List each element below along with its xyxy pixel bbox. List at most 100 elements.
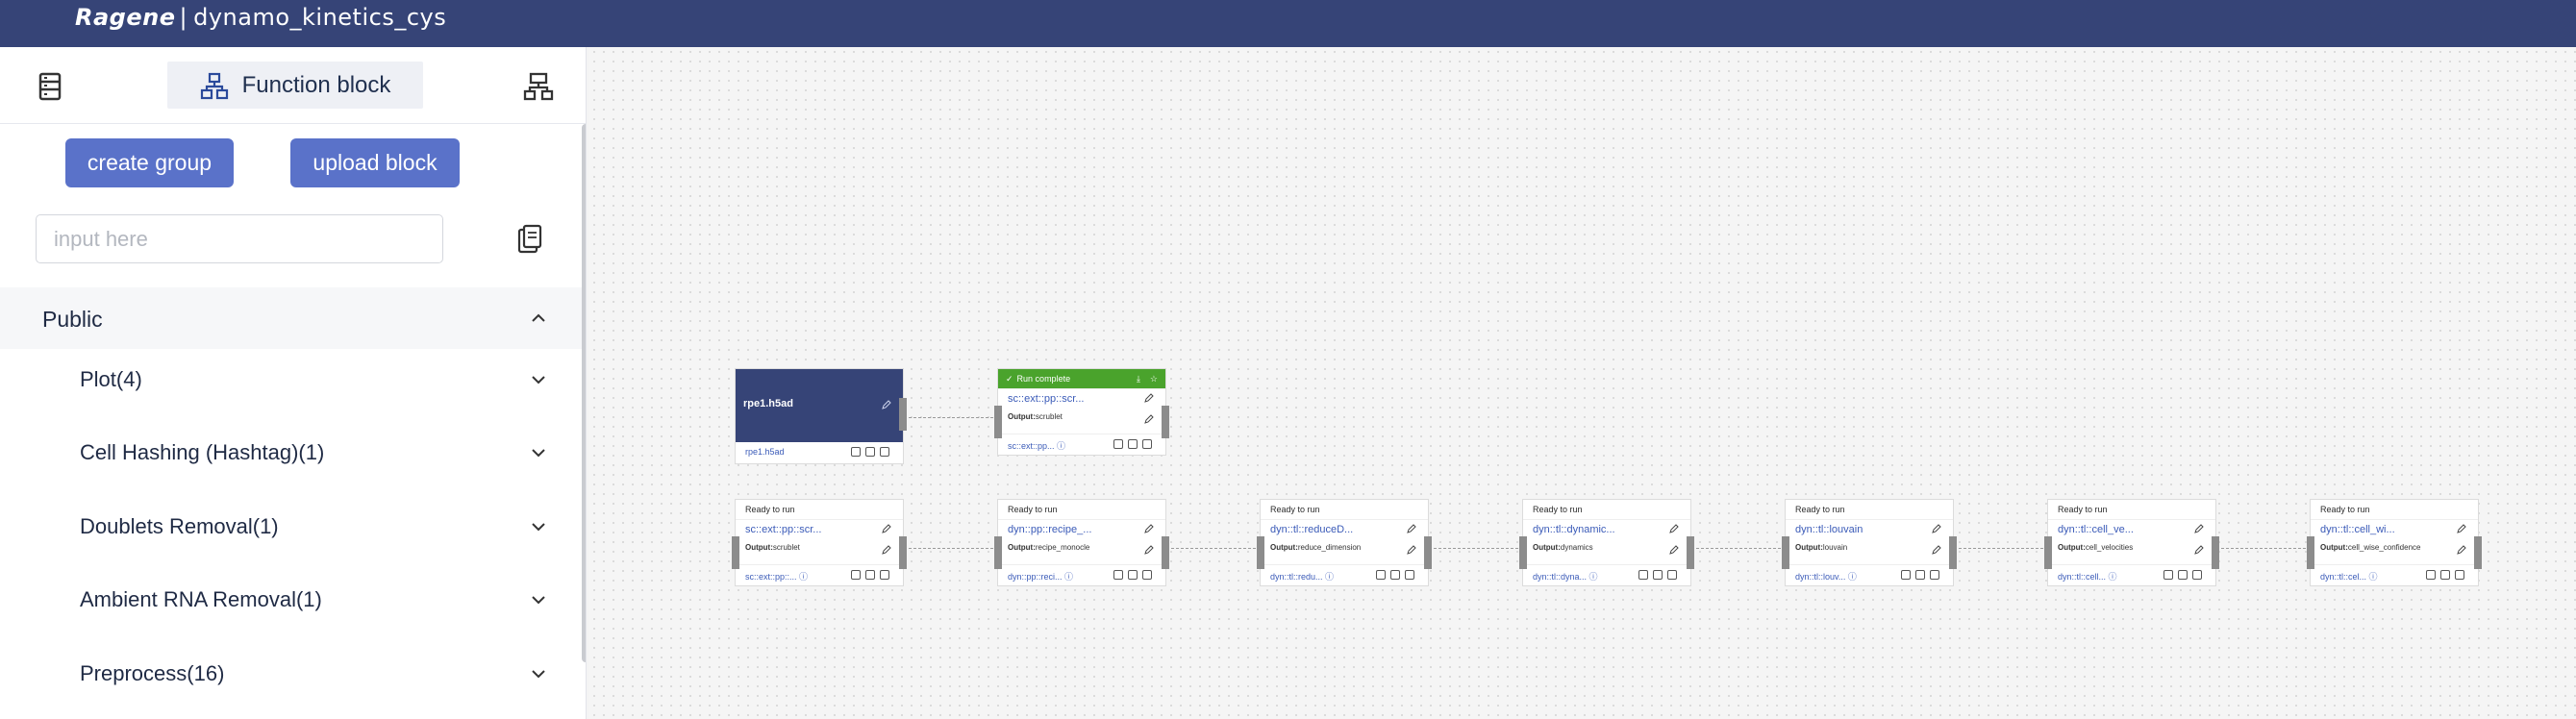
view-icon[interactable] bbox=[2163, 570, 2173, 580]
sitemap-icon[interactable] bbox=[522, 70, 555, 103]
category-item[interactable]: Preprocess(16) bbox=[0, 646, 582, 704]
delete-icon[interactable] bbox=[2192, 570, 2202, 580]
edit-icon[interactable] bbox=[2194, 524, 2204, 533]
view-icon[interactable] bbox=[1113, 570, 1123, 580]
copy-icon[interactable] bbox=[865, 570, 875, 580]
edit-icon[interactable] bbox=[1144, 524, 1154, 533]
copy-icon[interactable] bbox=[1128, 439, 1138, 449]
node-footer-label[interactable]: sc::ext::pp... bbox=[1008, 441, 1055, 451]
search-input[interactable] bbox=[36, 214, 443, 263]
function-node[interactable]: Ready to run sc::ext::pp::scr... Output:… bbox=[732, 499, 907, 586]
help-icon[interactable]: ⓘ bbox=[1325, 572, 1334, 582]
delete-icon[interactable] bbox=[1142, 439, 1152, 449]
output-port[interactable] bbox=[899, 536, 907, 569]
database-icon[interactable] bbox=[34, 70, 66, 103]
input-port[interactable] bbox=[2044, 536, 2052, 569]
help-icon[interactable]: ⓘ bbox=[1064, 572, 1073, 582]
node-name[interactable]: dyn::tl::louvain bbox=[1795, 524, 1863, 535]
help-icon[interactable]: ⓘ bbox=[1848, 572, 1857, 582]
function-node[interactable]: Ready to run dyn::tl::cell_ve... Output:… bbox=[2044, 499, 2219, 586]
copy-icon[interactable] bbox=[1128, 570, 1138, 580]
output-port[interactable] bbox=[1687, 536, 1694, 569]
function-node[interactable]: Ready to run dyn::tl::louvain Output:lou… bbox=[1782, 499, 1957, 586]
input-port[interactable] bbox=[1782, 536, 1789, 569]
function-node[interactable]: Ready to run dyn::tl::cell_wi... Output:… bbox=[2307, 499, 2482, 586]
edit-icon[interactable] bbox=[1407, 545, 1416, 555]
view-icon[interactable] bbox=[1113, 439, 1123, 449]
edit-icon[interactable] bbox=[1144, 545, 1154, 555]
function-node[interactable]: Ready to run dyn::tl::reduceD... Output:… bbox=[1257, 499, 1432, 586]
copy-icon[interactable] bbox=[1390, 570, 1400, 580]
copy-icon[interactable] bbox=[2178, 570, 2188, 580]
star-icon[interactable]: ☆ bbox=[1150, 374, 1158, 384]
output-port[interactable] bbox=[2212, 536, 2219, 569]
delete-icon[interactable] bbox=[1405, 570, 1414, 580]
output-port[interactable] bbox=[1162, 406, 1169, 438]
brand-logo[interactable]: Ragene bbox=[75, 4, 176, 31]
delete-icon[interactable] bbox=[1930, 570, 1939, 580]
view-icon[interactable] bbox=[851, 447, 861, 457]
help-icon[interactable]: ⓘ bbox=[2369, 572, 2378, 582]
output-port[interactable] bbox=[1162, 536, 1169, 569]
node-footer-label[interactable]: dyn::tl::dyna... bbox=[1533, 572, 1587, 582]
edit-icon[interactable] bbox=[2194, 545, 2204, 555]
node-footer-label[interactable]: dyn::tl::cell... bbox=[2058, 572, 2106, 582]
help-icon[interactable]: ⓘ bbox=[799, 572, 808, 582]
category-item[interactable]: Ambient RNA Removal(1) bbox=[0, 572, 582, 630]
clipboard-icon[interactable] bbox=[516, 224, 543, 255]
edit-icon[interactable] bbox=[1932, 545, 1941, 555]
node-footer-label[interactable]: dyn::tl::redu... bbox=[1270, 572, 1323, 582]
edit-icon[interactable] bbox=[2457, 545, 2466, 555]
create-group-button[interactable]: create group bbox=[65, 138, 234, 187]
copy-icon[interactable] bbox=[2440, 570, 2450, 580]
function-node[interactable]: ✓ Run complete ⤓ ☆ sc::ext::pp::scr... O… bbox=[994, 368, 1169, 456]
node-name[interactable]: dyn::tl::dynamic... bbox=[1533, 524, 1615, 535]
edit-icon[interactable] bbox=[2457, 524, 2466, 533]
function-node[interactable]: Ready to run dyn::tl::dynamic... Output:… bbox=[1519, 499, 1694, 586]
chevron-down-icon[interactable] bbox=[531, 669, 546, 679]
view-icon[interactable] bbox=[1901, 570, 1911, 580]
delete-icon[interactable] bbox=[1667, 570, 1677, 580]
view-icon[interactable] bbox=[1638, 570, 1648, 580]
copy-icon[interactable] bbox=[865, 447, 875, 457]
edit-icon[interactable] bbox=[1669, 524, 1679, 533]
delete-icon[interactable] bbox=[1142, 570, 1152, 580]
node-name[interactable]: sc::ext::pp::scr... bbox=[745, 524, 821, 535]
category-item[interactable]: Doublets Removal(1) bbox=[0, 499, 582, 557]
input-port[interactable] bbox=[1519, 536, 1527, 569]
node-footer-label[interactable]: sc::ext::pp::... bbox=[745, 572, 797, 582]
sidebar-scrollbar[interactable] bbox=[582, 124, 586, 662]
delete-icon[interactable] bbox=[880, 447, 889, 457]
output-port[interactable] bbox=[1424, 536, 1432, 569]
edit-icon[interactable] bbox=[1144, 414, 1154, 424]
source-node-filename[interactable]: rpe1.h5ad bbox=[745, 447, 785, 457]
output-port[interactable] bbox=[2474, 536, 2482, 569]
view-icon[interactable] bbox=[1376, 570, 1386, 580]
help-icon[interactable]: ⓘ bbox=[2109, 572, 2117, 582]
output-port[interactable] bbox=[1949, 536, 1957, 569]
view-icon[interactable] bbox=[851, 570, 861, 580]
edit-icon[interactable] bbox=[1144, 393, 1154, 403]
tab-function-block[interactable]: Function block bbox=[167, 62, 423, 109]
upload-block-button[interactable]: upload block bbox=[290, 138, 460, 187]
source-node[interactable]: rpe1.h5ad rpe1.h5ad bbox=[735, 368, 907, 464]
copy-icon[interactable] bbox=[1915, 570, 1925, 580]
input-port[interactable] bbox=[1257, 536, 1264, 569]
node-name[interactable]: sc::ext::pp::scr... bbox=[1008, 393, 1084, 405]
edit-icon[interactable] bbox=[1669, 545, 1679, 555]
workflow-canvas[interactable]: rpe1.h5ad rpe1.h5ad ✓ Run complete ⤓ ☆ s… bbox=[589, 47, 2576, 719]
delete-icon[interactable] bbox=[880, 570, 889, 580]
chevron-down-icon[interactable] bbox=[531, 595, 546, 605]
input-port[interactable] bbox=[994, 536, 1002, 569]
edit-icon[interactable] bbox=[882, 400, 891, 409]
input-port[interactable] bbox=[2307, 536, 2314, 569]
help-icon[interactable]: ⓘ bbox=[1057, 441, 1065, 451]
input-port[interactable] bbox=[732, 536, 739, 569]
section-public[interactable]: Public bbox=[0, 287, 582, 349]
chevron-up-icon[interactable] bbox=[531, 313, 546, 323]
delete-icon[interactable] bbox=[2455, 570, 2464, 580]
function-node[interactable]: Ready to run dyn::pp::recipe_... Output:… bbox=[994, 499, 1169, 586]
edit-icon[interactable] bbox=[1407, 524, 1416, 533]
node-footer-label[interactable]: dyn::pp::reci... bbox=[1008, 572, 1063, 582]
node-footer-label[interactable]: dyn::tl::louv... bbox=[1795, 572, 1845, 582]
